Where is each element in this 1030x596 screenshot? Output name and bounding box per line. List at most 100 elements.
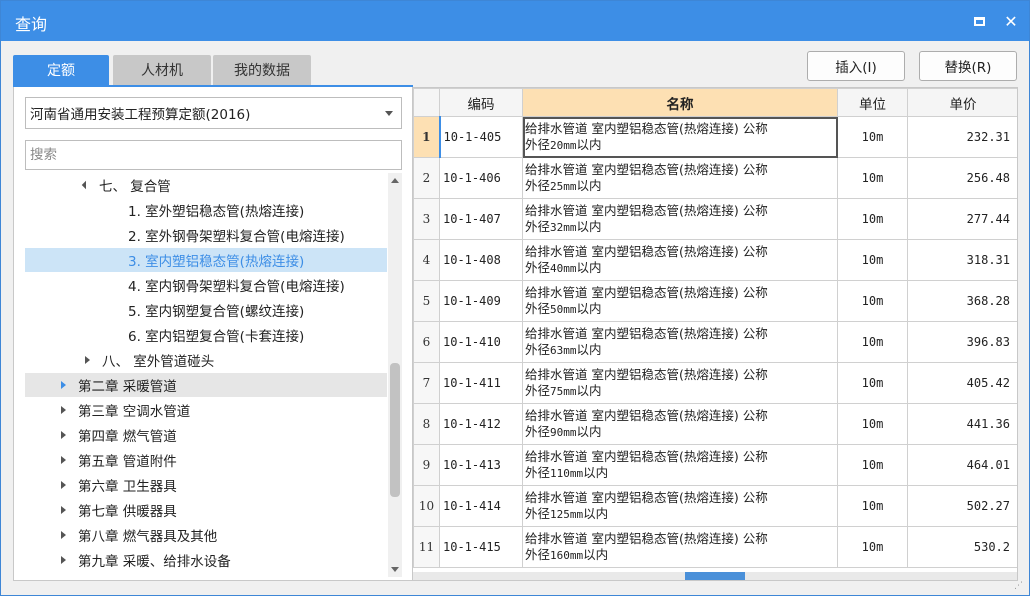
- cell-code[interactable]: 10-1-410: [439, 321, 523, 363]
- grid-horizontal-scrollbar[interactable]: [413, 572, 1017, 580]
- table-row[interactable]: 3 10-1-407 给排水管道 室内塑铝稳态管(热熔连接) 公称 外径32mm以内 1…: [413, 198, 1017, 240]
- cell-code[interactable]: 10-1-411: [439, 362, 523, 404]
- cell-code[interactable]: 10-1-415: [439, 526, 523, 568]
- search-input[interactable]: [25, 140, 402, 170]
- cell-name[interactable]: 给排水管道 室内塑铝稳态管(热熔连接) 公称 外径110mm以内: [522, 444, 838, 486]
- cell-unit[interactable]: 10m: [837, 198, 908, 240]
- tree-leaf-1[interactable]: 1. 室外塑铝稳态管(热熔连接): [25, 198, 387, 222]
- row-number[interactable]: 4: [413, 239, 440, 281]
- cell-code[interactable]: 10-1-408: [439, 239, 523, 281]
- close-button[interactable]: ✕: [1001, 11, 1021, 31]
- cell-price[interactable]: 530.2: [907, 526, 1017, 568]
- cell-price[interactable]: 405.42: [907, 362, 1017, 404]
- row-number[interactable]: 6: [413, 321, 440, 363]
- maximize-button[interactable]: [969, 11, 989, 31]
- column-header-price[interactable]: 单价: [907, 88, 1017, 117]
- cell-unit[interactable]: 10m: [837, 444, 908, 486]
- row-number[interactable]: 2: [413, 157, 440, 199]
- cell-price[interactable]: 464.01: [907, 444, 1017, 486]
- quota-library-select[interactable]: 河南省通用安装工程预算定额(2016): [25, 97, 402, 129]
- tree-chapter-6[interactable]: 第六章 卫生器具: [25, 473, 387, 497]
- cell-name[interactable]: 给排水管道 室内塑铝稳态管(热熔连接) 公称 外径50mm以内: [522, 280, 838, 322]
- cell-unit[interactable]: 10m: [837, 321, 908, 363]
- cell-name[interactable]: 给排水管道 室内塑铝稳态管(热熔连接) 公称 外径160mm以内: [522, 526, 838, 568]
- tree-chapter-4[interactable]: 第四章 燃气管道: [25, 423, 387, 447]
- scroll-down-icon[interactable]: [391, 567, 399, 572]
- cell-name[interactable]: 给排水管道 室内塑铝稳态管(热熔连接) 公称 外径90mm以内: [522, 403, 838, 445]
- cell-name[interactable]: 给排水管道 室内塑铝稳态管(热熔连接) 公称 外径32mm以内: [522, 198, 838, 240]
- row-number[interactable]: 3: [413, 198, 440, 240]
- cell-code[interactable]: 10-1-412: [439, 403, 523, 445]
- tree-leaf-3-selected[interactable]: 3. 室内塑铝稳态管(热熔连接): [25, 248, 387, 272]
- tree-node-group-7[interactable]: 七、 复合管: [25, 173, 387, 197]
- scrollbar-thumb[interactable]: [390, 363, 400, 497]
- cell-price[interactable]: 232.31: [907, 116, 1017, 158]
- tree-chapter-3[interactable]: 第三章 空调水管道: [25, 398, 387, 422]
- insert-button[interactable]: 插入(I): [807, 51, 905, 81]
- tab-quota[interactable]: 定额: [13, 55, 109, 85]
- cell-code[interactable]: 10-1-405: [438, 116, 523, 158]
- cell-price[interactable]: 368.28: [907, 280, 1017, 322]
- cell-price[interactable]: 502.27: [907, 485, 1017, 527]
- table-row[interactable]: 4 10-1-408 给排水管道 室内塑铝稳态管(热熔连接) 公称 外径40mm以内 1…: [413, 239, 1017, 281]
- cell-code[interactable]: 10-1-409: [439, 280, 523, 322]
- tree-leaf-4[interactable]: 4. 室内钢骨架塑料复合管(电熔连接): [25, 273, 387, 297]
- row-number[interactable]: 7: [413, 362, 440, 404]
- column-header-unit[interactable]: 单位: [837, 88, 908, 117]
- cell-code[interactable]: 10-1-406: [439, 157, 523, 199]
- table-row[interactable]: 10 10-1-414 给排水管道 室内塑铝稳态管(热熔连接) 公称 外径125mm以…: [413, 485, 1017, 527]
- cell-price[interactable]: 277.44: [907, 198, 1017, 240]
- column-header-code[interactable]: 编码: [439, 88, 523, 117]
- cell-unit[interactable]: 10m: [837, 403, 908, 445]
- table-row[interactable]: 9 10-1-413 给排水管道 室内塑铝稳态管(热熔连接) 公称 外径110mm以内…: [413, 444, 1017, 486]
- tree-leaf-5[interactable]: 5. 室内钢塑复合管(螺纹连接): [25, 298, 387, 322]
- scrollbar-thumb[interactable]: [685, 572, 745, 580]
- tab-materials[interactable]: 人材机: [113, 55, 211, 85]
- cell-unit[interactable]: 10m: [837, 116, 908, 158]
- cell-price[interactable]: 256.48: [907, 157, 1017, 199]
- cell-unit[interactable]: 10m: [837, 280, 908, 322]
- cell-name[interactable]: 给排水管道 室内塑铝稳态管(热熔连接) 公称 外径25mm以内: [522, 157, 838, 199]
- cell-unit[interactable]: 10m: [837, 485, 908, 527]
- cell-name[interactable]: 给排水管道 室内塑铝稳态管(热熔连接) 公称 外径40mm以内: [522, 239, 838, 281]
- table-row[interactable]: 1 10-1-405 给排水管道 室内塑铝稳态管(热熔连接) 公称 外径20mm以内 1…: [413, 116, 1017, 158]
- row-number[interactable]: 1: [413, 116, 440, 158]
- tree-chapter-5[interactable]: 第五章 管道附件: [25, 448, 387, 472]
- table-row[interactable]: 5 10-1-409 给排水管道 室内塑铝稳态管(热熔连接) 公称 外径50mm以内 1…: [413, 280, 1017, 322]
- cell-price[interactable]: 441.36: [907, 403, 1017, 445]
- table-row[interactable]: 2 10-1-406 给排水管道 室内塑铝稳态管(热熔连接) 公称 外径25mm以内 1…: [413, 157, 1017, 199]
- tree-node-group-8[interactable]: 八、 室外管道碰头: [25, 348, 387, 372]
- resize-grip-icon[interactable]: ⋰: [1014, 581, 1026, 593]
- cell-unit[interactable]: 10m: [837, 239, 908, 281]
- row-number[interactable]: 5: [413, 280, 440, 322]
- cell-name[interactable]: 给排水管道 室内塑铝稳态管(热熔连接) 公称 外径20mm以内: [522, 116, 838, 158]
- table-row[interactable]: 6 10-1-410 给排水管道 室内塑铝稳态管(热熔连接) 公称 外径63mm以内 1…: [413, 321, 1017, 363]
- replace-button[interactable]: 替换(R): [919, 51, 1017, 81]
- table-row[interactable]: 11 10-1-415 给排水管道 室内塑铝稳态管(热熔连接) 公称 外径160mm以…: [413, 526, 1017, 568]
- title-bar[interactable]: 查询 ✕: [1, 1, 1029, 41]
- tree-leaf-2[interactable]: 2. 室外钢骨架塑料复合管(电熔连接): [25, 223, 387, 247]
- cell-unit[interactable]: 10m: [837, 362, 908, 404]
- cell-name[interactable]: 给排水管道 室内塑铝稳态管(热熔连接) 公称 外径125mm以内: [522, 485, 838, 527]
- column-header-name[interactable]: 名称: [522, 88, 838, 117]
- cell-unit[interactable]: 10m: [837, 526, 908, 568]
- row-number[interactable]: 11: [413, 526, 440, 568]
- cell-price[interactable]: 396.83: [907, 321, 1017, 363]
- tree-chapter-9[interactable]: 第九章 采暖、给排水设备: [25, 548, 387, 572]
- cell-price[interactable]: 318.31: [907, 239, 1017, 281]
- tree-chapter-2[interactable]: 第二章 采暖管道: [25, 373, 387, 397]
- tree-chapter-7[interactable]: 第七章 供暖器具: [25, 498, 387, 522]
- cell-unit[interactable]: 10m: [837, 157, 908, 199]
- tree-chapter-8[interactable]: 第八章 燃气器具及其他: [25, 523, 387, 547]
- table-row[interactable]: 7 10-1-411 给排水管道 室内塑铝稳态管(热熔连接) 公称 外径75mm以内 1…: [413, 362, 1017, 404]
- cell-code[interactable]: 10-1-413: [439, 444, 523, 486]
- cell-code[interactable]: 10-1-414: [439, 485, 523, 527]
- tree-scrollbar[interactable]: [388, 173, 402, 577]
- row-number[interactable]: 8: [413, 403, 440, 445]
- tree-leaf-6[interactable]: 6. 室内铝塑复合管(卡套连接): [25, 323, 387, 347]
- row-number[interactable]: 10: [413, 485, 440, 527]
- table-row[interactable]: 8 10-1-412 给排水管道 室内塑铝稳态管(热熔连接) 公称 外径90mm以内 1…: [413, 403, 1017, 445]
- cell-name[interactable]: 给排水管道 室内塑铝稳态管(热熔连接) 公称 外径75mm以内: [522, 362, 838, 404]
- cell-code[interactable]: 10-1-407: [439, 198, 523, 240]
- scroll-up-icon[interactable]: [391, 178, 399, 183]
